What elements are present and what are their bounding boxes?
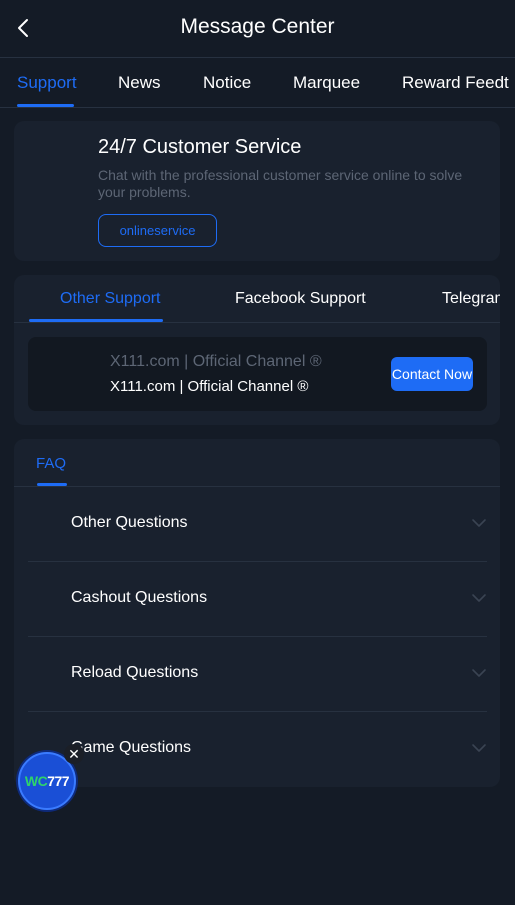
support-channels-card: Other Support Facebook Support Telegram … <box>14 275 500 425</box>
tab-facebook-support[interactable]: Facebook Support <box>235 290 366 308</box>
faq-item-label: Game Questions <box>71 739 192 756</box>
tab-support[interactable]: Support <box>17 73 77 93</box>
faq-card: FAQ Other Questions Cashout Questions Re… <box>14 439 500 787</box>
top-tab-bar: Support News Notice Marquee Reward Feedt <box>0 59 515 108</box>
faq-item-other-questions[interactable]: Other Questions <box>28 487 487 562</box>
tab-other-support[interactable]: Other Support <box>60 290 161 308</box>
close-widget-button[interactable]: ✕ <box>64 744 84 764</box>
tab-faq[interactable]: FAQ <box>36 455 66 472</box>
faq-item-game-questions[interactable]: Game Questions <box>28 712 487 787</box>
header: Message Center <box>0 0 515 58</box>
active-support-tab-indicator <box>29 319 163 322</box>
tab-reward-feedback[interactable]: Reward Feedt <box>402 73 509 93</box>
faq-item-label: Reload Questions <box>71 664 199 681</box>
channel-item: X111.com | Official Channel ® X111.com |… <box>28 337 487 411</box>
wc777-logo: WC777 <box>24 773 70 789</box>
faq-item-reload-questions[interactable]: Reload Questions <box>28 637 487 712</box>
message-center-page: Message Center Support News Notice Marqu… <box>0 0 515 905</box>
page-title: Message Center <box>180 15 335 38</box>
chevron-down-icon <box>472 594 486 602</box>
faq-item-cashout-questions[interactable]: Cashout Questions <box>28 562 487 637</box>
tab-news[interactable]: News <box>118 73 161 93</box>
chevron-down-icon <box>472 744 486 752</box>
customer-service-title: 24/7 Customer Service <box>98 136 302 158</box>
tab-telegram[interactable]: Telegram <box>442 290 500 308</box>
channel-name-placeholder: X111.com | Official Channel ® <box>110 353 322 370</box>
customer-service-description: Chat with the professional customer serv… <box>98 167 463 200</box>
tab-marquee[interactable]: Marquee <box>293 73 360 93</box>
customer-service-card: 24/7 Customer Service Chat with the prof… <box>14 121 500 261</box>
faq-item-label: Other Questions <box>71 514 188 531</box>
chevron-down-icon <box>472 519 486 527</box>
online-service-button[interactable]: onlineservice <box>98 214 217 247</box>
channel-name: X111.com | Official Channel ® <box>110 378 309 395</box>
faq-item-label: Cashout Questions <box>71 589 208 606</box>
contact-now-button[interactable]: Contact Now <box>391 357 473 391</box>
active-tab-indicator <box>17 104 74 107</box>
tab-notice[interactable]: Notice <box>203 73 251 93</box>
chevron-down-icon <box>472 669 486 677</box>
support-tab-bar: Other Support Facebook Support Telegram <box>14 275 500 323</box>
